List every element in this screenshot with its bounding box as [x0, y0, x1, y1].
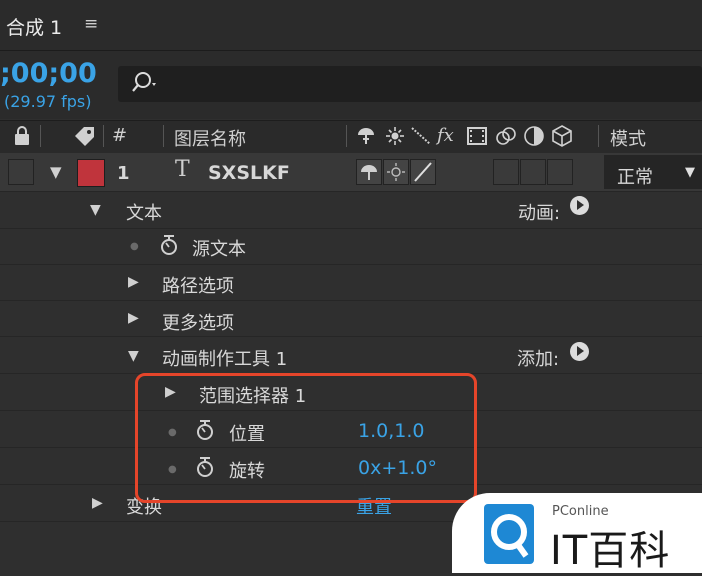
layer-name-column-header[interactable]: 图层名称: [174, 125, 246, 151]
chevron-down-icon: ▼: [685, 165, 695, 180]
property-row: [0, 264, 702, 301]
collapse-switch-icon[interactable]: [386, 127, 404, 149]
source-text-label: 源文本: [192, 239, 246, 260]
text-layer-icon: T: [175, 157, 190, 182]
frame-rate-label: (29.97 fps): [4, 92, 92, 111]
shy-switch-icon[interactable]: [356, 125, 376, 151]
animate-menu-icon[interactable]: [570, 196, 589, 215]
animate-label: 动画:: [518, 203, 561, 224]
property-row: [0, 228, 702, 265]
quality-switch-icon[interactable]: [410, 126, 432, 150]
layer-row[interactable]: [0, 153, 702, 192]
search-icon[interactable]: [128, 68, 162, 102]
3d-layer-switch[interactable]: [547, 159, 573, 185]
label-color-swatch[interactable]: [77, 159, 105, 187]
annotation-highlight-box: [135, 373, 477, 503]
property-row: [0, 300, 702, 337]
animator-label: 动画制作工具 1: [162, 349, 288, 370]
column-separator: [346, 125, 347, 147]
quality-switch[interactable]: [410, 159, 436, 185]
expand-layer-toggle-icon[interactable]: ▼: [50, 163, 62, 181]
watermark-logo-icon: [482, 502, 536, 570]
effect-switch-icon[interactable]: fx: [437, 125, 454, 146]
expand-triangle-icon[interactable]: ▶: [128, 310, 139, 326]
lock-toggle[interactable]: [8, 159, 34, 185]
panel-menu-icon[interactable]: ≡: [84, 14, 98, 34]
adjustment-layer-switch[interactable]: [520, 159, 546, 185]
adjustment-layer-switch-icon[interactable]: [523, 125, 545, 151]
column-separator: [598, 125, 599, 147]
number-column-header[interactable]: #: [112, 125, 127, 146]
property-row: [0, 337, 702, 374]
composition-tab[interactable]: 合成 1: [6, 13, 62, 40]
add-label: 添加:: [517, 349, 560, 370]
property-row: [0, 192, 702, 229]
column-separator: [40, 125, 41, 147]
watermark-name: IT百科: [550, 528, 671, 574]
shy-switch[interactable]: [356, 159, 382, 185]
motion-blur-switch[interactable]: [493, 159, 519, 185]
collapse-switch[interactable]: [383, 159, 409, 185]
3d-layer-switch-icon[interactable]: [551, 124, 573, 152]
bullet-icon: ●: [130, 241, 139, 252]
search-input[interactable]: [118, 66, 702, 102]
text-group-label: 文本: [126, 203, 162, 224]
expand-triangle-icon[interactable]: ▶: [92, 495, 103, 511]
path-options-label: 路径选项: [162, 276, 234, 297]
collapse-triangle-icon[interactable]: ▼: [90, 202, 101, 218]
watermark-brand: PConline: [552, 504, 609, 519]
current-time-display[interactable]: ;00;00: [0, 58, 97, 89]
add-menu-icon[interactable]: [570, 342, 589, 361]
mode-column-header[interactable]: 模式: [610, 125, 646, 151]
lock-column-icon[interactable]: [13, 125, 31, 151]
collapse-triangle-icon[interactable]: ▼: [128, 348, 139, 364]
more-options-label: 更多选项: [162, 313, 234, 334]
blend-mode-value: 正常: [617, 167, 653, 188]
label-column-icon[interactable]: [72, 124, 98, 152]
frame-blend-switch-icon[interactable]: [466, 125, 488, 151]
expand-triangle-icon[interactable]: ▶: [128, 274, 139, 290]
column-separator: [103, 125, 104, 147]
layer-number: 1: [117, 163, 130, 184]
column-header-bar: [0, 120, 702, 154]
panel-titlebar: [0, 0, 702, 51]
column-separator: [163, 125, 164, 147]
layer-name[interactable]: SXSLKF: [208, 162, 290, 184]
motion-blur-switch-icon[interactable]: [495, 125, 517, 151]
stopwatch-icon[interactable]: [158, 233, 180, 261]
